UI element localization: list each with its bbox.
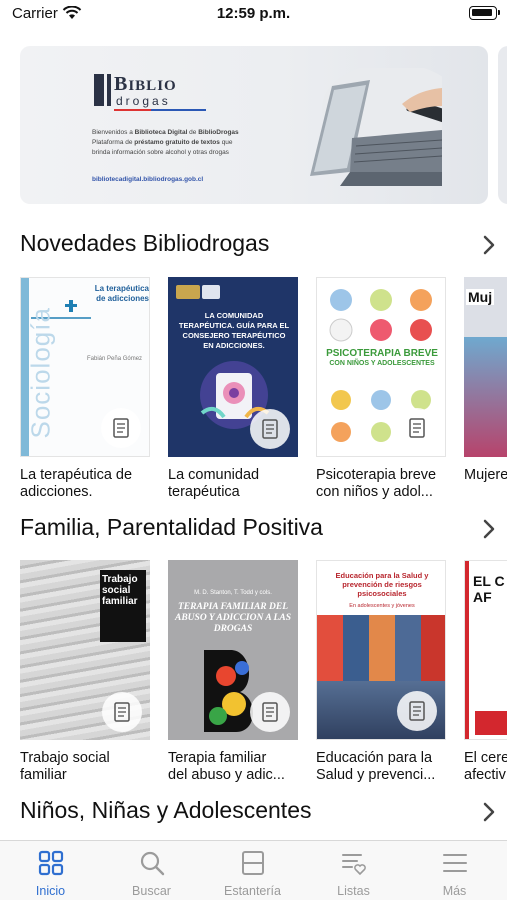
book-title[interactable]: La terapéutica de adicciones. xyxy=(20,467,152,501)
book-cover[interactable]: La terapéutica de adicciones Sociología … xyxy=(20,277,150,457)
battery-icon xyxy=(469,6,500,20)
search-icon xyxy=(140,851,165,876)
book-title[interactable]: Trabajo social familiar xyxy=(20,750,152,784)
section-header-familia[interactable]: Familia, Parentalidad Positiva xyxy=(20,514,500,548)
section-title: Familia, Parentalidad Positiva xyxy=(20,514,323,540)
tab-bar: Inicio Buscar Estantería Listas Más xyxy=(0,840,507,900)
tab-label: Inicio xyxy=(35,884,66,898)
tab-mas[interactable]: Más xyxy=(404,841,505,900)
book-card[interactable]: EL C AF El cere afectiv xyxy=(464,560,507,790)
logo-title: BIBLIO xyxy=(114,73,177,95)
book-cover[interactable]: Muj xyxy=(464,277,507,457)
grid-icon xyxy=(38,850,64,876)
chevron-right-icon[interactable] xyxy=(482,518,496,540)
tab-inicio[interactable]: Inicio xyxy=(0,841,101,900)
cover-title: LA COMUNIDAD TERAPÉUTICA. GUÍA PARA EL C… xyxy=(178,311,290,350)
chevron-right-icon[interactable] xyxy=(482,801,496,823)
ebook-badge xyxy=(250,692,290,732)
logo-subtitle: drogas xyxy=(116,94,171,108)
shelf-icon xyxy=(242,851,264,875)
banner-url: bibliotecadigital.bibliodrogas.gob.cl xyxy=(92,176,204,183)
promo-banner[interactable]: BIBLIO drogas Bienvenidos a Biblioteca D… xyxy=(20,46,488,204)
book-icon xyxy=(262,419,278,439)
cover-author: Fabián Peña Gómez xyxy=(87,356,143,362)
section-title: Niños, Niñas y Adolescentes xyxy=(20,797,312,823)
clock: 12:59 p.m. xyxy=(216,5,291,22)
book-icon xyxy=(409,418,425,438)
book-title[interactable]: La comunidad terapéutica xyxy=(168,467,300,501)
ebook-badge xyxy=(102,692,142,732)
cover-title: EL C AF xyxy=(473,573,505,605)
cover-side-text: Sociología xyxy=(25,307,56,439)
list-heart-icon xyxy=(342,854,366,876)
book-title[interactable]: El cere afectiv xyxy=(464,750,507,784)
book-title[interactable]: Terapia familiar del abuso y adic... xyxy=(168,750,300,784)
tab-buscar[interactable]: Buscar xyxy=(101,841,202,900)
book-cover[interactable]: EL C AF xyxy=(464,560,507,740)
cover-title: PSICOTERAPIA BREVE xyxy=(326,348,438,359)
logo-mark-bar xyxy=(107,74,111,106)
book-title[interactable]: Mujere xyxy=(464,467,507,484)
cover-title: Muj xyxy=(466,289,495,305)
logo-mark xyxy=(94,74,104,106)
tab-estanteria[interactable]: Estantería xyxy=(202,841,303,900)
book-cover[interactable]: PSICOTERAPIA BREVE CON NIÑOS Y ADOLESCEN… xyxy=(316,277,446,457)
banner-text: Bienvenidos a Biblioteca Digital de Bibl… xyxy=(92,129,239,156)
book-icon xyxy=(262,702,278,722)
book-cover[interactable]: LA COMUNIDAD TERAPÉUTICA. GUÍA PARA EL C… xyxy=(168,277,298,457)
menu-icon xyxy=(443,854,467,872)
tab-label: Más xyxy=(442,884,467,898)
status-bar: Carrier 12:59 p.m. xyxy=(0,0,507,30)
chevron-right-icon[interactable] xyxy=(482,234,496,256)
book-cover[interactable]: Educación para la Salud y prevención de … xyxy=(316,560,446,740)
tab-label: Listas xyxy=(337,884,370,898)
book-title[interactable]: Psicoterapia breve con niños y adol... xyxy=(316,467,448,501)
cover-subtitle: En adolescentes y jóvenes xyxy=(349,603,415,609)
ebook-badge xyxy=(250,409,290,449)
section-title: Novedades Bibliodrogas xyxy=(20,230,270,256)
tablet-illustration xyxy=(310,68,442,186)
tab-label: Buscar xyxy=(132,884,171,898)
cover-title: TERAPIA FAMILIAR DEL ABUSO Y ADICCION A … xyxy=(175,602,291,634)
cover-art xyxy=(329,289,432,342)
ebook-badge xyxy=(397,408,437,448)
tab-listas[interactable]: Listas xyxy=(303,841,404,900)
book-title[interactable]: Educación para la Salud y prevenci... xyxy=(316,750,448,784)
section-header-novedades[interactable]: Novedades Bibliodrogas xyxy=(20,230,500,264)
cover-title: Educación para la Salud y prevención de … xyxy=(335,571,429,598)
ebook-badge xyxy=(101,408,141,448)
logo-underline xyxy=(114,109,206,111)
book-icon xyxy=(114,702,130,722)
cover-title: Trabajo social familiar xyxy=(102,574,138,607)
section-header-ninos[interactable]: Niños, Niñas y Adolescentes xyxy=(20,797,500,831)
cover-title: La terapéutica de adicciones xyxy=(94,284,149,303)
next-banner-peek[interactable] xyxy=(498,46,507,204)
book-cover[interactable]: Trabajo social familiar xyxy=(20,560,150,740)
book-icon xyxy=(409,701,425,721)
cover-author: M. D. Stanton, T. Todd y cols. xyxy=(194,590,272,596)
tab-label: Estantería xyxy=(224,884,281,898)
ebook-badge xyxy=(397,691,437,731)
book-cover[interactable]: M. D. Stanton, T. Todd y cols. TERAPIA F… xyxy=(168,560,298,740)
cover-subtitle: CON NIÑOS Y ADOLESCENTES xyxy=(329,360,435,367)
book-card[interactable]: Muj Mujere xyxy=(464,277,507,507)
book-icon xyxy=(113,418,129,438)
